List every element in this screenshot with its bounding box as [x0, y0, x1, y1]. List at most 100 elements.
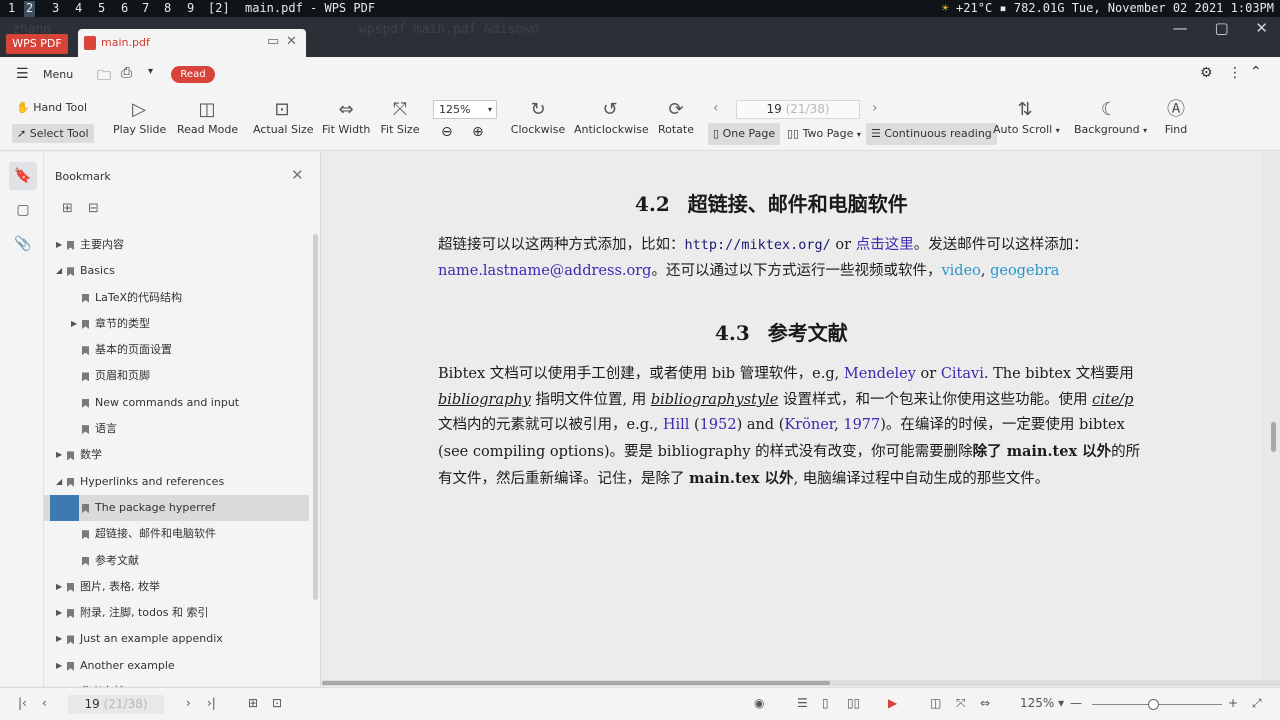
kroner-year-link[interactable]: 1977	[843, 417, 880, 433]
settings-gear-icon[interactable]: ⚙	[1200, 65, 1213, 81]
bookmark-item[interactable]: New commands and input	[44, 390, 309, 416]
collapsed-arrow-icon[interactable]: ▶	[71, 311, 79, 337]
close-window-icon[interactable]: ✕	[1255, 19, 1268, 37]
fit-width-button[interactable]: ⇔ Fit Width	[322, 97, 370, 136]
click-here-link[interactable]: 点击这里	[856, 237, 914, 253]
play-slide-icon[interactable]: ▶	[888, 696, 897, 710]
next-page-icon[interactable]: ›	[186, 696, 191, 710]
bookmark-item[interactable]: ▶ 主要内容	[44, 232, 309, 258]
bookmark-item[interactable]: ▶ 附录, 注脚, todos 和 索引	[44, 600, 309, 626]
single-page-view-icon[interactable]: ▯	[822, 696, 829, 710]
expanded-arrow-icon[interactable]: ◢	[56, 258, 64, 284]
workspace-6[interactable]: 6	[121, 1, 128, 17]
first-page-icon[interactable]: |‹	[18, 696, 27, 710]
maximize-icon[interactable]: ▢	[1214, 19, 1228, 37]
bookmark-item[interactable]: LaTeX的代码结构	[44, 285, 309, 311]
menu-button[interactable]: Menu	[43, 68, 73, 81]
video-link[interactable]: video	[941, 263, 980, 279]
open-folder-icon[interactable]: 🗀	[97, 65, 111, 89]
rotate-button[interactable]: ⟳ Rotate	[656, 97, 696, 136]
continuous-view-icon[interactable]: ☰	[797, 696, 808, 710]
add-page-icon[interactable]: ⊞	[248, 696, 258, 710]
zoom-in-icon[interactable]: +	[1228, 696, 1238, 710]
status-zoom-select[interactable]: 125% ▾	[1020, 696, 1064, 710]
read-button[interactable]: Read	[171, 66, 215, 83]
collapse-all-icon[interactable]: ⊟	[88, 201, 99, 216]
collapsed-arrow-icon[interactable]: ▶	[56, 653, 64, 679]
select-tool-button[interactable]: ➚ Select Tool	[12, 124, 94, 143]
bookmark-item[interactable]: ◢ Basics	[44, 258, 309, 284]
expand-all-icon[interactable]: ⊞	[62, 201, 73, 216]
play-slide-button[interactable]: ▷ Play Slide	[113, 97, 166, 136]
geogebra-link[interactable]: geogebra	[990, 263, 1059, 279]
zoom-out-icon[interactable]: ⊖	[441, 124, 453, 140]
workspace-3[interactable]: 3	[52, 1, 59, 17]
bookmark-item[interactable]: ▶ Just an example appendix	[44, 626, 309, 652]
last-page-icon[interactable]: ›|	[207, 696, 216, 710]
fit-width-icon[interactable]: ⇔	[980, 696, 990, 710]
kroner-citation-link[interactable]: Kröner	[784, 417, 834, 433]
chevron-down-icon[interactable]: ▾	[148, 66, 153, 77]
two-page-view-icon[interactable]: ▯▯	[847, 696, 860, 710]
bookmark-item[interactable]: ▶ 数学	[44, 442, 309, 468]
collapsed-arrow-icon[interactable]: ▶	[56, 442, 64, 468]
workspace-9[interactable]: 9	[187, 1, 194, 17]
anticlockwise-button[interactable]: ↺ Anticlockwise	[574, 97, 649, 136]
horizontal-scrollbar[interactable]	[322, 680, 1280, 686]
workspace-extra[interactable]: [2]	[208, 1, 230, 17]
bookmark-item[interactable]: 语言	[44, 416, 309, 442]
bookmark-item[interactable]: 参考文献	[44, 548, 309, 574]
collapsed-arrow-icon[interactable]: ▶	[56, 600, 64, 626]
more-options-icon[interactable]: ⋮	[1228, 65, 1242, 81]
bookmark-item[interactable]: The package hyperref	[44, 494, 309, 522]
hill-year-link[interactable]: 1952	[700, 417, 737, 433]
workspace-5[interactable]: 5	[98, 1, 105, 17]
workspace-8[interactable]: 8	[164, 1, 171, 17]
hill-citation-link[interactable]: Hill	[663, 417, 690, 433]
bookmark-scrollbar[interactable]	[313, 234, 318, 600]
eye-protection-icon[interactable]: ◉	[754, 696, 764, 710]
collapsed-arrow-icon[interactable]: ▶	[56, 232, 64, 258]
bookmark-item[interactable]: ▶ 图片, 表格, 枚举	[44, 574, 309, 600]
bookmark-item[interactable]: 页眉和页脚	[44, 363, 309, 389]
bookmark-item[interactable]: 超链接、邮件和电脑软件	[44, 521, 309, 547]
vertical-scrollbar[interactable]	[1271, 422, 1276, 452]
citavi-link[interactable]: Citavi	[941, 366, 984, 382]
bookmark-item[interactable]: ▶ 章节的类型	[44, 311, 309, 337]
close-panel-icon[interactable]: ✕	[291, 166, 304, 184]
find-button[interactable]: Ⓐ Find	[1158, 97, 1194, 136]
page-number-input[interactable]: 19 (21/38)	[736, 100, 860, 119]
continuous-reading-button[interactable]: ☰ Continuous reading	[866, 123, 997, 145]
bookmark-item[interactable]: ◢ Hyperlinks and references	[44, 469, 309, 495]
next-page-icon[interactable]: ›	[872, 100, 878, 116]
expanded-arrow-icon[interactable]: ◢	[56, 469, 64, 495]
minimize-icon[interactable]: —	[1173, 19, 1188, 37]
status-page-input[interactable]: 19 (21/38)	[68, 695, 164, 714]
fit-size-button[interactable]: ⤧ Fit Size	[380, 97, 420, 136]
workspace-4[interactable]: 4	[75, 1, 82, 17]
one-page-button[interactable]: ▯ One Page	[708, 123, 781, 145]
url-link[interactable]: http://miktex.org/	[685, 237, 831, 253]
hamburger-menu-icon[interactable]: ☰	[16, 66, 29, 82]
zoom-select[interactable]: 125% ▾	[433, 100, 497, 119]
zoom-out-icon[interactable]: —	[1070, 696, 1082, 710]
background-button[interactable]: ☾ Background ▾	[1074, 97, 1147, 136]
zoom-in-icon[interactable]: ⊕	[472, 124, 484, 140]
read-mode-icon[interactable]: ◫	[930, 696, 941, 710]
actual-size-button[interactable]: ⊡ Actual Size	[253, 97, 314, 136]
export-page-icon[interactable]: ⊡	[272, 696, 282, 710]
bookmark-item[interactable]: 基本的页面设置	[44, 337, 309, 363]
workspace-2[interactable]: 2	[24, 1, 36, 17]
two-page-button[interactable]: ▯▯ Two Page ▾	[782, 123, 866, 145]
prev-page-icon[interactable]: ‹	[42, 696, 47, 710]
hand-tool-button[interactable]: ✋ Hand Tool	[16, 101, 87, 114]
workspace-7[interactable]: 7	[142, 1, 149, 17]
wps-app-badge[interactable]: WPS PDF	[6, 34, 68, 54]
attachment-icon[interactable]: 📎	[9, 230, 37, 258]
collapsed-arrow-icon[interactable]: ▶	[56, 626, 64, 652]
workspace-1[interactable]: 1	[8, 1, 15, 17]
bookmark-icon[interactable]: 🔖	[9, 162, 37, 190]
collapse-ribbon-icon[interactable]: ⌃	[1250, 64, 1262, 80]
previous-page-icon[interactable]: ‹	[713, 100, 719, 116]
horizontal-scroll-thumb[interactable]	[322, 681, 830, 685]
